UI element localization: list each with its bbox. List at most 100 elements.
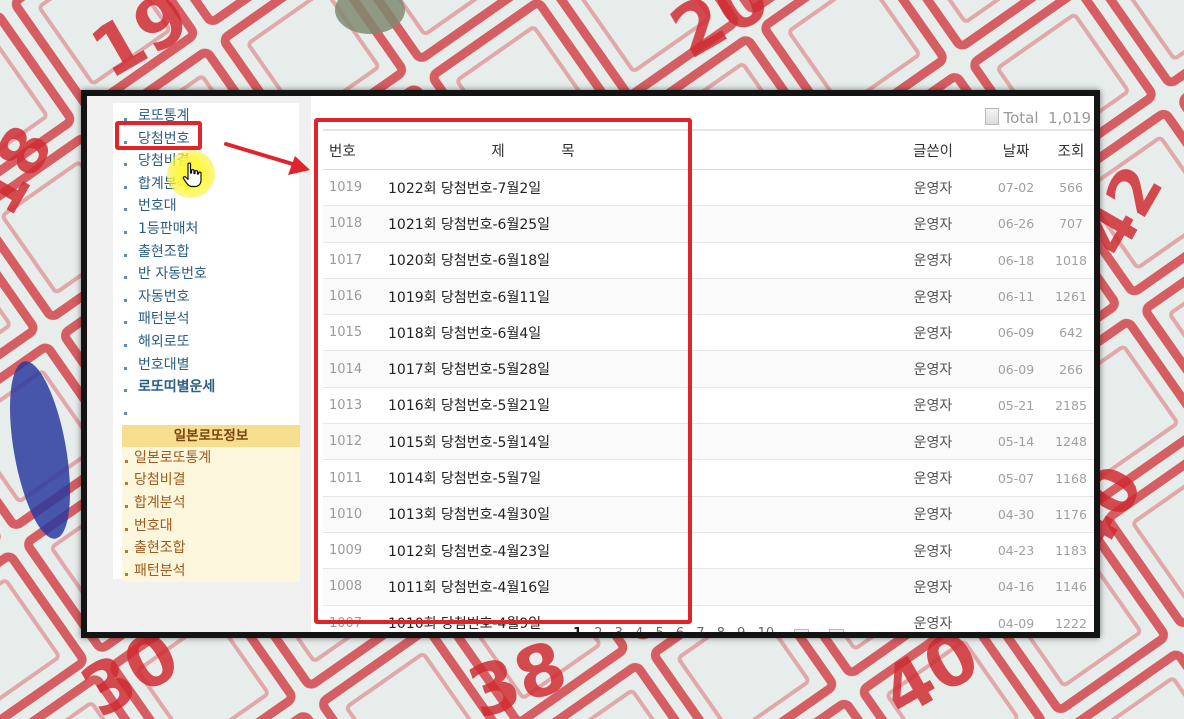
post-author: 운영자 bbox=[882, 605, 984, 632]
sidebar-item-japan-stats[interactable]: 일본로또통계 bbox=[122, 446, 300, 470]
post-date: 04-30 bbox=[984, 496, 1048, 533]
sidebar-item-japan-appearance-combos[interactable]: 출현조합 bbox=[122, 537, 300, 560]
sidebar-item-japan-winning-secret[interactable]: 당첨비결 bbox=[122, 469, 300, 492]
post-author: 운영자 bbox=[882, 242, 984, 279]
post-date: 04-23 bbox=[984, 532, 1048, 570]
post-date: 06-11 bbox=[984, 278, 1048, 316]
sidebar-item-semi-auto[interactable]: 반 자동번호 bbox=[123, 263, 299, 286]
bullet-icon bbox=[124, 298, 127, 302]
sidebar-item-japan-number-range[interactable]: 번호대 bbox=[122, 514, 300, 538]
sidebar-item-by-number-range[interactable]: 번호대별 bbox=[123, 354, 299, 377]
sidebar-item-overseas-lotto[interactable]: 해외로또 bbox=[123, 331, 299, 354]
post-date: 06-26 bbox=[984, 205, 1048, 243]
post-views: 1248 bbox=[1048, 423, 1094, 461]
sidebar-item-label: 번호대 bbox=[138, 198, 177, 215]
hand-pointer-icon bbox=[182, 162, 202, 188]
last-page-icon[interactable]: ▶▶ bbox=[829, 629, 845, 632]
sidebar-item-zodiac-fortune[interactable]: 로또띠별운세 bbox=[123, 376, 299, 399]
sidebar-item-label: 당첨비결 bbox=[134, 472, 186, 489]
total-count: Total 1,019 bbox=[985, 108, 1091, 127]
post-views: 1183 bbox=[1048, 532, 1094, 570]
post-author: 운영자 bbox=[882, 387, 984, 425]
board-list-highlight bbox=[314, 118, 692, 624]
sidebar-item-japan-sum-analysis[interactable]: 합계분석 bbox=[122, 491, 300, 515]
bullet-icon bbox=[124, 321, 127, 325]
post-views: 2185 bbox=[1048, 387, 1094, 425]
post-author: 운영자 bbox=[882, 350, 984, 388]
sidebar-item-label: 로또띠별운세 bbox=[138, 379, 216, 396]
page-link-3[interactable]: 3 bbox=[615, 626, 623, 632]
page-link-2[interactable]: 2 bbox=[594, 626, 602, 632]
sidebar-item-label: 패턴분석 bbox=[134, 562, 186, 579]
bullet-icon bbox=[125, 482, 128, 486]
bullet-icon bbox=[124, 411, 127, 415]
page-link-5[interactable]: 5 bbox=[655, 626, 663, 632]
page-link-6[interactable]: 6 bbox=[676, 626, 684, 632]
post-author: 운영자 bbox=[882, 459, 984, 497]
total-value: 1,019 bbox=[1048, 109, 1091, 127]
document-icon bbox=[985, 108, 1000, 125]
post-views: 566 bbox=[1048, 169, 1094, 207]
winning-numbers-menu-highlight bbox=[115, 121, 202, 150]
sidebar-item-label: 반 자동번호 bbox=[138, 266, 207, 283]
sidebar-item-label: 자동번호 bbox=[138, 288, 190, 305]
bullet-icon bbox=[124, 366, 127, 370]
post-author: 운영자 bbox=[882, 423, 984, 461]
sidebar-item-label: 해외로또 bbox=[138, 333, 190, 350]
page-link-7[interactable]: 7 bbox=[696, 626, 704, 632]
next-page-icon[interactable]: ▶ bbox=[794, 629, 810, 632]
bullet-icon bbox=[125, 459, 128, 463]
bullet-icon bbox=[124, 276, 127, 280]
post-views: 707 bbox=[1048, 205, 1094, 243]
column-header-date: 날짜 bbox=[984, 129, 1048, 170]
post-date: 06-18 bbox=[984, 242, 1048, 279]
sidebar-item-auto-numbers[interactable]: 자동번호 bbox=[123, 286, 299, 309]
page-link-9[interactable]: 9 bbox=[737, 626, 745, 632]
post-author: 운영자 bbox=[882, 496, 984, 533]
post-views: 1261 bbox=[1048, 278, 1094, 316]
sidebar-item-label: 1등판매처 bbox=[138, 220, 199, 237]
post-views: 1222 bbox=[1048, 605, 1094, 632]
bullet-icon bbox=[124, 343, 127, 347]
post-date: 05-07 bbox=[984, 459, 1048, 497]
bullet-icon bbox=[125, 504, 128, 508]
post-date: 07-02 bbox=[984, 169, 1048, 207]
page-link-8[interactable]: 8 bbox=[717, 626, 725, 632]
post-views: 1146 bbox=[1048, 568, 1094, 606]
post-views: 1176 bbox=[1048, 496, 1094, 533]
post-date: 04-09 bbox=[984, 605, 1048, 632]
post-author: 운영자 bbox=[882, 205, 984, 243]
sidebar-item-pattern-analysis[interactable]: 패턴분석 bbox=[123, 308, 299, 331]
post-author: 운영자 bbox=[882, 169, 984, 207]
sidebar-item-label: 출현조합 bbox=[138, 243, 190, 260]
page-link-1[interactable]: 1 bbox=[573, 626, 582, 632]
sidebar-item-label: 합계분석 bbox=[134, 494, 186, 511]
post-views: 642 bbox=[1048, 314, 1094, 352]
post-views: 1018 bbox=[1048, 242, 1094, 279]
post-date: 05-21 bbox=[984, 387, 1048, 425]
sidebar-item-japan-pattern-analysis[interactable]: 패턴분석 bbox=[122, 559, 300, 583]
post-views: 266 bbox=[1048, 350, 1094, 388]
post-date: 06-09 bbox=[984, 314, 1048, 352]
post-author: 운영자 bbox=[882, 314, 984, 352]
bullet-icon bbox=[125, 527, 128, 531]
sidebar-spacer bbox=[123, 399, 299, 423]
page-link-10[interactable]: 10 bbox=[758, 626, 775, 632]
sidebar-item-first-prize-stores[interactable]: 1등판매처 bbox=[123, 218, 299, 241]
total-label: Total bbox=[1003, 109, 1039, 127]
bullet-icon bbox=[124, 185, 127, 189]
sidebar-item-label: 일본로또통계 bbox=[134, 449, 212, 466]
sidebar-item-appearance-combos[interactable]: 출현조합 bbox=[123, 241, 299, 264]
bullet-icon bbox=[124, 253, 127, 257]
post-views: 1168 bbox=[1048, 459, 1094, 497]
bullet-icon bbox=[124, 163, 127, 167]
sidebar-item-number-range[interactable]: 번호대 bbox=[123, 195, 299, 218]
post-date: 05-14 bbox=[984, 423, 1048, 461]
post-author: 운영자 bbox=[882, 568, 984, 606]
bullet-icon bbox=[125, 550, 128, 554]
column-header-views: 조회 bbox=[1048, 129, 1094, 170]
page-link-4[interactable]: 4 bbox=[635, 626, 643, 632]
red-arrow-icon bbox=[224, 142, 310, 175]
post-author: 운영자 bbox=[882, 532, 984, 570]
sidebar-item-label: 출현조합 bbox=[134, 540, 186, 557]
